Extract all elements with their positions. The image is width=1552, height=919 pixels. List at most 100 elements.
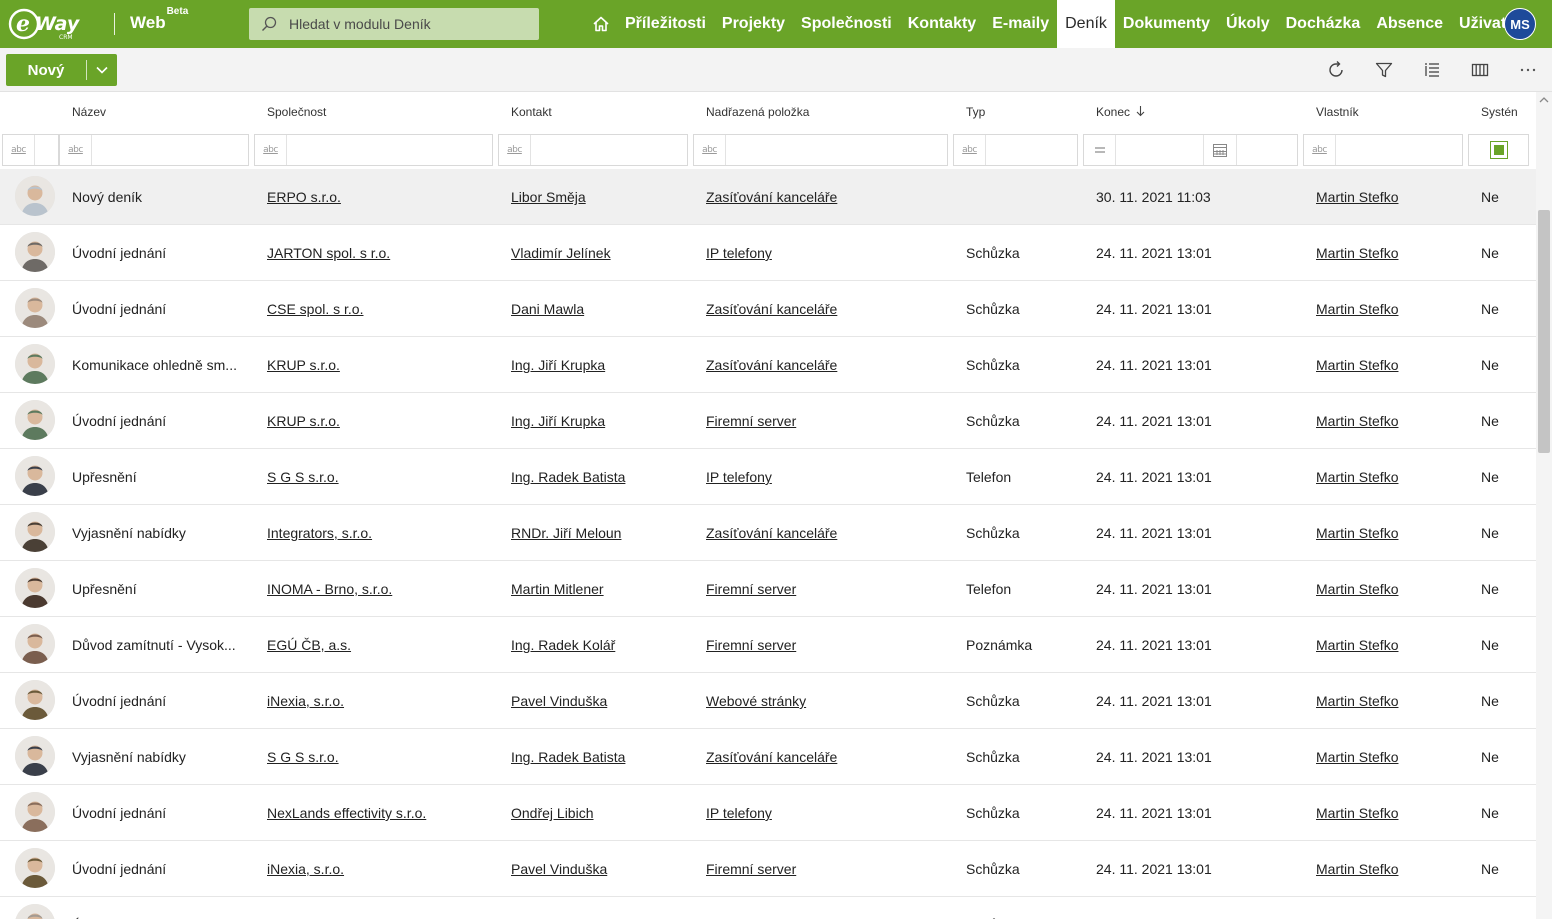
refresh-icon[interactable]	[1325, 59, 1347, 81]
cell-kontakt-link[interactable]: Dani Mawla	[511, 301, 584, 317]
nav-item-ukoly[interactable]: Úkoly	[1218, 0, 1278, 48]
cell-nadrazena-polozka-link[interactable]: Webové stránky	[706, 693, 806, 709]
nav-item-absence[interactable]: Absence	[1368, 0, 1451, 48]
cell-nadrazena-polozka-link[interactable]: Firemní server	[706, 861, 796, 877]
cell-spolecnost-link[interactable]: CSE spol. s r.o.	[267, 301, 363, 317]
cell-vlastnik-link[interactable]: Martin Stefko	[1316, 469, 1398, 485]
cell-kontakt-link[interactable]: Martin Mitlener	[511, 581, 604, 597]
more-icon[interactable]	[1517, 59, 1539, 81]
column-header-system[interactable]: Systén	[1481, 105, 1518, 119]
cell-spolecnost-link[interactable]: iNexia, s.r.o.	[267, 693, 344, 709]
cell-vlastnik-link[interactable]: Martin Stefko	[1316, 525, 1398, 541]
table-row[interactable]: Úvodní jednání KRUP s.r.o. Ing. Jiří Krupk…	[0, 393, 1536, 449]
eway-crm-logo[interactable]: e Way CRM	[8, 6, 92, 42]
table-row[interactable]: Úvodní jednání INOMA COMP, s.r.o. Jaroslav…	[0, 897, 1536, 919]
cell-vlastnik-link[interactable]: Martin Stefko	[1316, 805, 1398, 821]
column-header-typ[interactable]: Typ	[966, 105, 985, 119]
column-header-spolecnost[interactable]: Společnost	[267, 105, 326, 119]
table-row[interactable]: Úvodní jednání NexLands effectivity s.r.o…	[0, 785, 1536, 841]
cell-kontakt-link[interactable]: Ondřej Libich	[511, 805, 594, 821]
nav-item-e-maily[interactable]: E-maily	[984, 0, 1057, 48]
cell-kontakt-link[interactable]: Libor Směja	[511, 189, 586, 205]
cell-spolecnost-link[interactable]: KRUP s.r.o.	[267, 413, 340, 429]
date-filter-input[interactable]	[1116, 135, 1204, 165]
scrollbar-thumb[interactable]	[1538, 210, 1550, 453]
filter-typ[interactable]: abc	[953, 134, 1078, 166]
cell-vlastnik-link[interactable]: Martin Stefko	[1316, 189, 1398, 205]
nav-item-dochazka[interactable]: Docházka	[1278, 0, 1369, 48]
column-header-nadrazena-polozka[interactable]: Nadřazená položka	[706, 105, 809, 119]
cell-nadrazena-polozka-link[interactable]: Firemní server	[706, 581, 796, 597]
user-avatar[interactable]: MS	[1504, 8, 1536, 40]
cell-spolecnost-link[interactable]: EGÚ ČB, a.s.	[267, 637, 351, 653]
new-button-label[interactable]: Nový	[6, 62, 86, 79]
table-row[interactable]: Upřesnění INOMA - Brno, s.r.o. Martin Mitl…	[0, 561, 1536, 617]
filter-vlastnik[interactable]: abc	[1303, 134, 1463, 166]
cell-kontakt-link[interactable]: Pavel Vinduška	[511, 693, 607, 709]
table-row[interactable]: Nový deník ERPO s.r.o. Libor Směja Zasíťová…	[0, 169, 1536, 225]
list-view-icon[interactable]	[1421, 59, 1443, 81]
cell-vlastnik-link[interactable]: Martin Stefko	[1316, 581, 1398, 597]
equals-operator-icon[interactable]	[1084, 135, 1116, 165]
cell-spolecnost-link[interactable]: JARTON spol. s r.o.	[267, 245, 390, 261]
chevron-down-icon[interactable]	[87, 65, 117, 75]
cell-spolecnost-link[interactable]: NexLands effectivity s.r.o.	[267, 805, 426, 821]
cell-kontakt-link[interactable]: Ing. Jiří Krupka	[511, 413, 605, 429]
search-input[interactable]: Hledat v modulu Deník	[289, 16, 431, 32]
table-row[interactable]: Úvodní jednání iNexia, s.r.o. Pavel Vinduš…	[0, 841, 1536, 897]
nav-item-spolecnosti[interactable]: Společnosti	[793, 0, 900, 48]
filter-kontakt[interactable]: abc	[498, 134, 688, 166]
cell-vlastnik-link[interactable]: Martin Stefko	[1316, 301, 1398, 317]
cell-spolecnost-link[interactable]: S G S s.r.o.	[267, 469, 339, 485]
filter-nazev[interactable]: abc	[59, 134, 249, 166]
filter-nadrazena-polozka[interactable]: abc	[693, 134, 948, 166]
cell-nadrazena-polozka-link[interactable]: Firemní server	[706, 413, 796, 429]
cell-nadrazena-polozka-link[interactable]: Zasíťování kanceláře	[706, 301, 837, 317]
cell-nadrazena-polozka-link[interactable]: IP telefony	[706, 469, 772, 485]
table-row[interactable]: Důvod zamítnutí - Vysok... EGÚ ČB, a.s. In…	[0, 617, 1536, 673]
cell-nadrazena-polozka-link[interactable]: IP telefony	[706, 245, 772, 261]
cell-kontakt-link[interactable]: Ing. Radek Batista	[511, 469, 625, 485]
cell-nadrazena-polozka-link[interactable]: IP telefony	[706, 805, 772, 821]
table-row[interactable]: Vyjasnění nabídky Integrators, s.r.o. RNDr…	[0, 505, 1536, 561]
cell-nadrazena-polozka-link[interactable]: Zasíťování kanceláře	[706, 525, 837, 541]
column-header-kontakt[interactable]: Kontakt	[511, 105, 552, 119]
cell-vlastnik-link[interactable]: Martin Stefko	[1316, 749, 1398, 765]
cell-kontakt-link[interactable]: Ing. Jiří Krupka	[511, 357, 605, 373]
calendar-icon[interactable]	[1204, 135, 1237, 165]
search-box[interactable]: Hledat v modulu Deník	[249, 8, 539, 40]
cell-kontakt-link[interactable]: Vladimír Jelínek	[511, 245, 611, 261]
cell-vlastnik-link[interactable]: Martin Stefko	[1316, 637, 1398, 653]
columns-icon[interactable]	[1469, 59, 1491, 81]
table-row[interactable]: Úvodní jednání CSE spol. s r.o. Dani Mawla…	[0, 281, 1536, 337]
cell-vlastnik-link[interactable]: Martin Stefko	[1316, 357, 1398, 373]
nav-item-projekty[interactable]: Projekty	[714, 0, 793, 48]
filter-spolecnost[interactable]: abc	[254, 134, 493, 166]
cell-kontakt-link[interactable]: Pavel Vinduška	[511, 861, 607, 877]
cell-vlastnik-link[interactable]: Martin Stefko	[1316, 693, 1398, 709]
cell-spolecnost-link[interactable]: S G S s.r.o.	[267, 749, 339, 765]
filter-icon[interactable]	[1373, 59, 1395, 81]
nav-item-kontakty[interactable]: Kontakty	[900, 0, 984, 48]
cell-spolecnost-link[interactable]: INOMA - Brno, s.r.o.	[267, 581, 392, 597]
column-header-nazev[interactable]: Název	[72, 105, 106, 119]
cell-vlastnik-link[interactable]: Martin Stefko	[1316, 413, 1398, 429]
cell-spolecnost-link[interactable]: Integrators, s.r.o.	[267, 525, 372, 541]
cell-spolecnost-link[interactable]: iNexia, s.r.o.	[267, 861, 344, 877]
cell-nadrazena-polozka-link[interactable]: Firemní server	[706, 637, 796, 653]
cell-spolecnost-link[interactable]: KRUP s.r.o.	[267, 357, 340, 373]
table-row[interactable]: Upřesnění S G S s.r.o. Ing. Radek Batista I…	[0, 449, 1536, 505]
checkbox-filter-icon[interactable]	[1489, 141, 1508, 159]
filter-avatar[interactable]: abc	[2, 134, 59, 166]
cell-vlastnik-link[interactable]: Martin Stefko	[1316, 245, 1398, 261]
table-row[interactable]: Úvodní jednání JARTON spol. s r.o. Vladimí…	[0, 225, 1536, 281]
cell-vlastnik-link[interactable]: Martin Stefko	[1316, 861, 1398, 877]
nav-item-prilezitosti[interactable]: Příležitosti	[617, 0, 714, 48]
table-row[interactable]: Vyjasnění nabídky S G S s.r.o. Ing. Radek …	[0, 729, 1536, 785]
scroll-up-arrow-icon[interactable]	[1538, 95, 1550, 105]
column-header-konec[interactable]: Konec	[1096, 105, 1145, 119]
cell-spolecnost-link[interactable]: ERPO s.r.o.	[267, 189, 341, 205]
nav-item-denik[interactable]: Deník	[1057, 0, 1115, 48]
table-row[interactable]: Komunikace ohledně sm... KRUP s.r.o. Ing. …	[0, 337, 1536, 393]
cell-kontakt-link[interactable]: RNDr. Jiří Meloun	[511, 525, 621, 541]
